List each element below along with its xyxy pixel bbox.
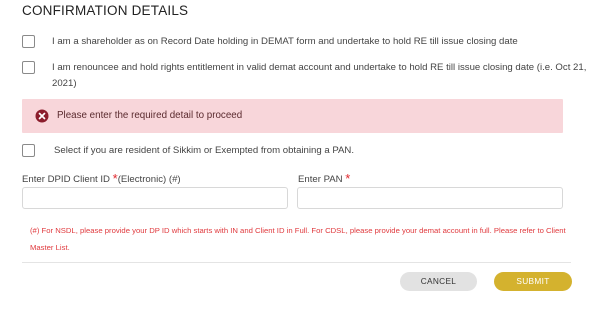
pan-input[interactable] <box>297 187 563 209</box>
section-title: CONFIRMATION DETAILS <box>22 3 189 18</box>
dpid-label-text: Enter DPID Client ID <box>22 174 113 185</box>
dpid-label-suffix: (Electronic) (#) <box>117 174 181 185</box>
sikkim-pan-exempt-checkbox[interactable] <box>22 144 35 157</box>
shareholder-checkbox-label: I am a shareholder as on Record Date hol… <box>52 36 518 47</box>
dpid-field-label: Enter DPID Client ID *(Electronic) (#) <box>22 172 181 187</box>
renouncee-checkbox-label-line2: 2021) <box>52 78 77 89</box>
error-alert: Please enter the required detail to proc… <box>22 99 563 133</box>
renouncee-checkbox[interactable] <box>22 61 35 74</box>
pan-label-text: Enter PAN <box>298 174 346 185</box>
error-alert-message: Please enter the required detail to proc… <box>57 110 243 121</box>
dpid-help-note: (#) For NSDL, please provide your DP ID … <box>30 222 570 256</box>
renouncee-checkbox-label-line1: I am renouncee and hold rights entitleme… <box>52 62 587 73</box>
divider <box>22 262 571 263</box>
dpid-help-note-line1: (#) For NSDL, please provide your DP ID … <box>30 226 566 235</box>
error-circle-icon <box>35 109 49 123</box>
shareholder-checkbox[interactable] <box>22 35 35 48</box>
dpid-help-note-line2: Master List. <box>30 243 70 252</box>
submit-button[interactable]: SUBMIT <box>494 272 572 291</box>
pan-required-mark: * <box>345 171 351 186</box>
cancel-button[interactable]: CANCEL <box>400 272 477 291</box>
pan-field-label: Enter PAN * <box>298 172 350 187</box>
sikkim-pan-exempt-label: Select if you are resident of Sikkim or … <box>54 145 355 156</box>
dpid-client-id-input[interactable] <box>22 187 288 209</box>
